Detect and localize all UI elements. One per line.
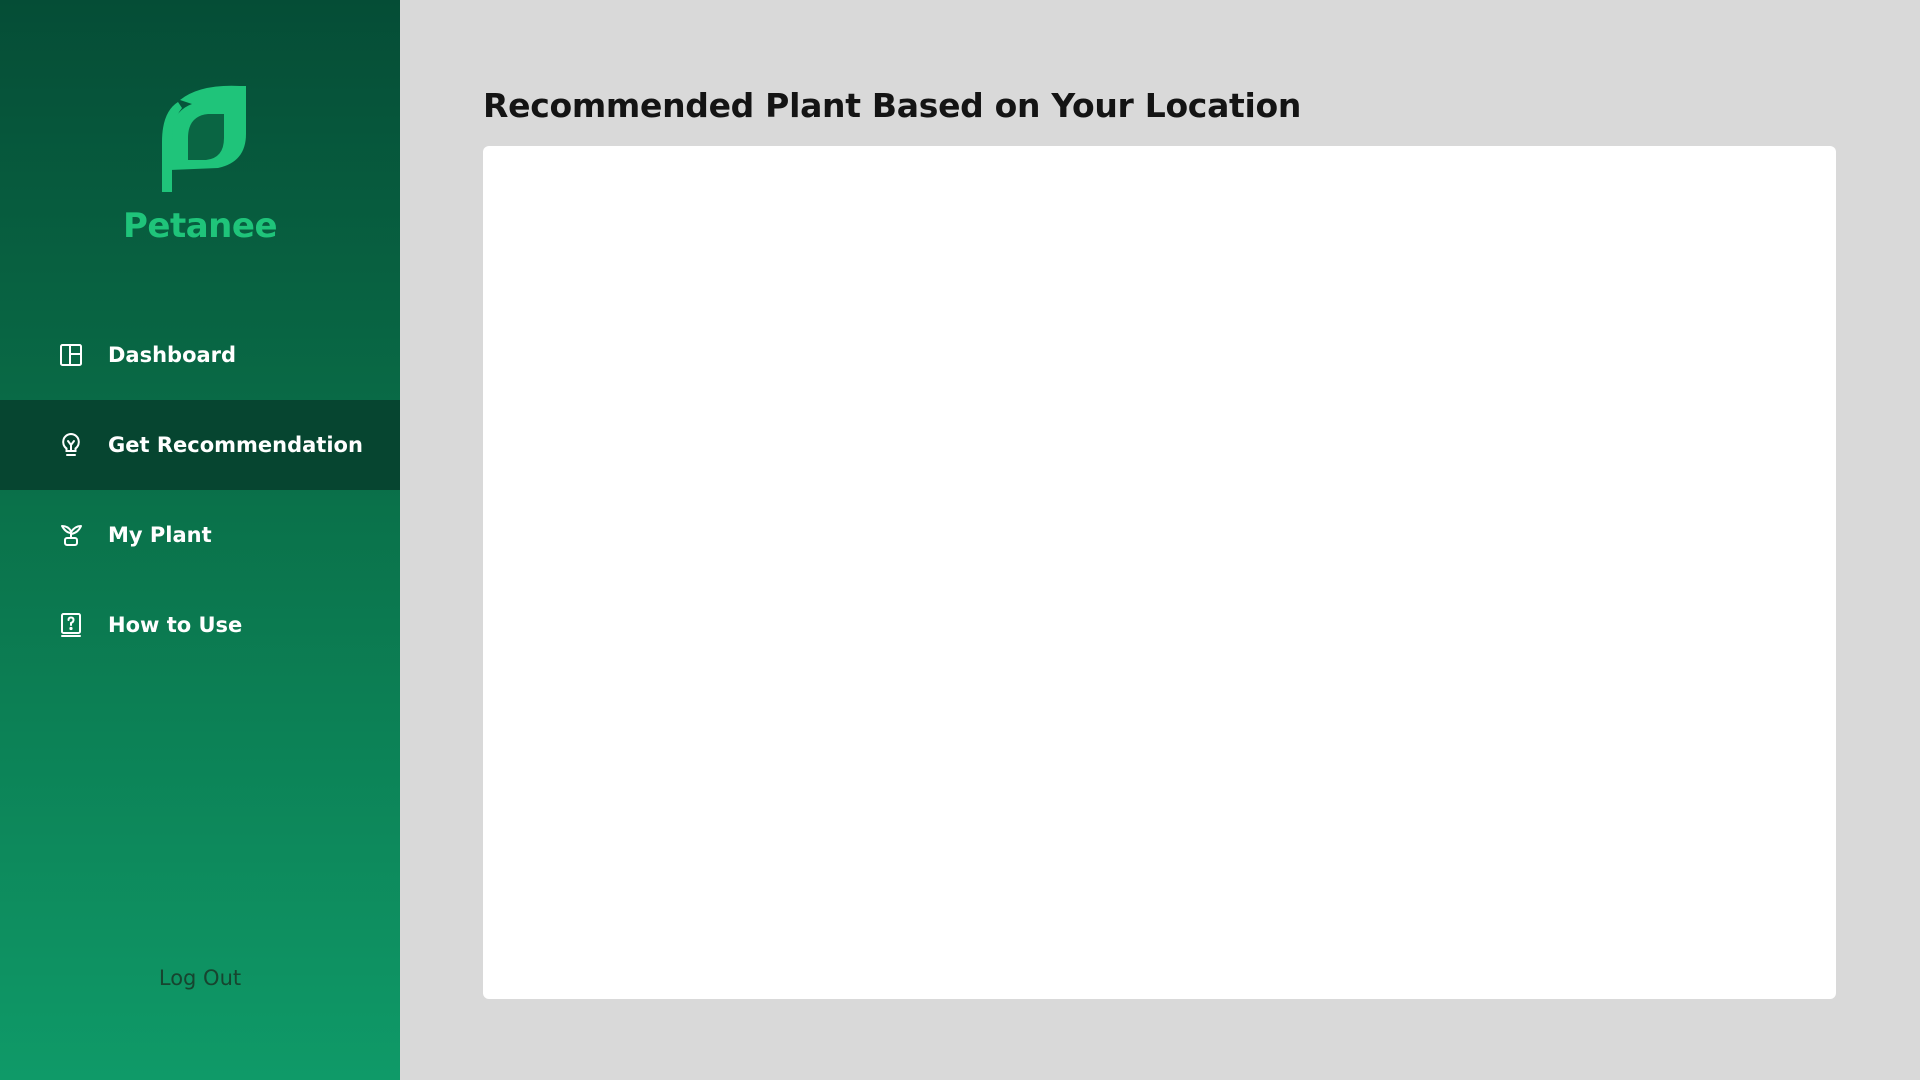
brand-logo[interactable]: Petanee [0, 82, 400, 246]
sidebar-nav: Dashboard Get Recommendation My Plant Ho… [0, 310, 400, 670]
sidebar: Petanee Dashboard Get Recommendation My … [0, 0, 400, 1080]
lightbulb-icon [62, 432, 80, 456]
sidebar-item-dashboard[interactable]: Dashboard [0, 310, 400, 400]
main-content: Recommended Plant Based on Your Location [400, 0, 1920, 1080]
sidebar-item-label: Dashboard [108, 343, 237, 367]
sidebar-item-get-recommendation[interactable]: Get Recommendation [0, 400, 400, 490]
sidebar-item-label: My Plant [108, 523, 212, 547]
leaf-logo-icon [162, 85, 246, 192]
app-window: Petanee Dashboard Get Recommendation My … [0, 0, 1920, 1080]
sidebar-item-my-plant[interactable]: My Plant [0, 490, 400, 580]
sidebar-item-label: How to Use [108, 613, 243, 637]
brand-name: Petanee [123, 206, 278, 246]
sprout-pot-icon [61, 525, 82, 546]
dashboard-layout-icon [60, 344, 82, 366]
sidebar-item-label: Get Recommendation [108, 433, 363, 457]
page-title: Recommended Plant Based on Your Location [483, 86, 1302, 125]
help-book-icon [61, 613, 81, 637]
logout-button[interactable]: Log Out [0, 966, 400, 990]
recommendation-panel [483, 146, 1836, 999]
sidebar-item-how-to-use[interactable]: How to Use [0, 580, 400, 670]
